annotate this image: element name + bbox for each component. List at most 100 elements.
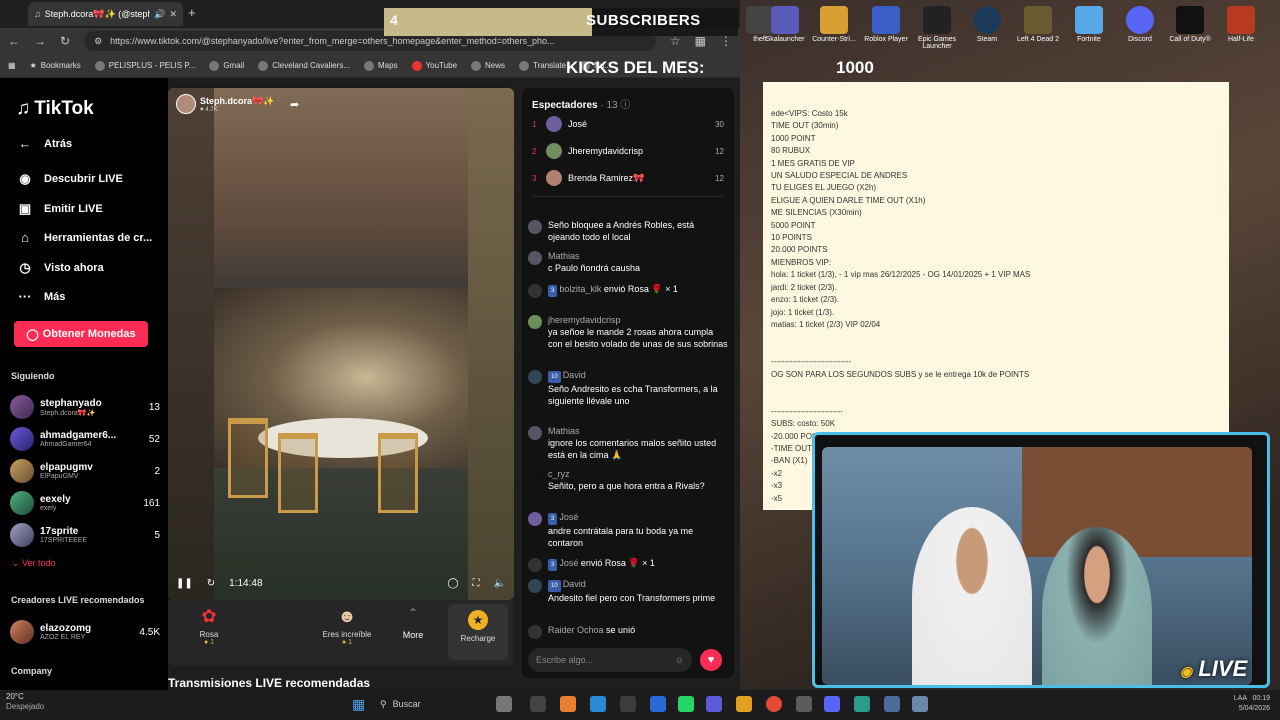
bookmark-item[interactable]: News — [471, 60, 505, 71]
bookmark-star-icon[interactable]: ☆ — [670, 34, 681, 48]
close-tab-icon[interactable]: ✕ — [169, 9, 177, 20]
gift-eres-increible[interactable]: ☻ Eres increíble ● 1 — [312, 606, 382, 646]
tiktok-logo[interactable]: ♫ TikTok — [16, 98, 94, 120]
live-avatar-icon: ◉ — [19, 171, 31, 186]
note-line — [771, 393, 1221, 405]
note-line: jardi: 2 ticket (2/3). — [771, 282, 837, 292]
note-line: enzo: 1 ticket (2/3). — [771, 295, 840, 305]
nav-go-live[interactable]: ▣ Emitir LIVE — [16, 201, 103, 217]
desktop-icon[interactable]: Left 4 Dead 2 — [1014, 6, 1062, 43]
following-item[interactable]: ahmadgamer6... AhmadGamer64 52 — [10, 425, 160, 453]
taskbar-app-icon[interactable] — [496, 696, 512, 712]
forward-icon[interactable]: → — [34, 34, 46, 48]
settings-icon[interactable]: ◯ — [447, 578, 458, 589]
bookmark-item[interactable]: PELISPLUS - PELIS P... — [94, 60, 195, 71]
recommended-item[interactable]: elazozomg AZOZ EL REY 4.5K — [10, 618, 160, 646]
nav-back[interactable]: ← Atrás — [16, 136, 73, 151]
share-icon[interactable]: ➦ — [290, 98, 299, 111]
desktop-icon[interactable]: Steam — [963, 6, 1011, 43]
recharge-button[interactable]: ★ Recharge — [448, 604, 508, 660]
see-all-link[interactable]: ⌄ Ver todo — [12, 558, 56, 569]
bookmark-item[interactable]: Maps — [364, 60, 398, 71]
site-info-icon[interactable]: ⚙ — [94, 36, 102, 47]
subs-goal-fill — [384, 8, 592, 36]
taskbar-app-icon[interactable] — [678, 696, 694, 712]
gift-rose[interactable]: ✿ Rosa ● 1 — [174, 606, 244, 646]
reload-icon[interactable]: ↻ — [60, 34, 70, 48]
desktop-icon[interactable]: Fortnite — [1065, 6, 1113, 43]
taskbar-app-icon[interactable] — [706, 696, 722, 712]
volume-icon[interactable]: 🔈 — [494, 578, 506, 589]
system-tray[interactable]: LAA 00:19 5/04/2026 — [1120, 694, 1270, 714]
chat-message: Raider Ochoa se unió — [528, 624, 728, 639]
desktop-icon[interactable]: Epic Games Launcher — [913, 6, 961, 50]
browser-tab[interactable]: ♫ Steph.dcora🎀✨ (@steph 🔊 ✕ — [28, 2, 183, 26]
apps-icon[interactable]: ▦ — [8, 61, 16, 70]
desktop-icon[interactable]: Counter-Stri... — [810, 6, 858, 43]
desktop-icon[interactable]: Roblox Player — [862, 6, 910, 43]
note-line: 80 RUBUX — [771, 146, 811, 156]
taskbar-app-icon[interactable] — [560, 696, 576, 712]
taskbar-app-icon[interactable] — [736, 696, 752, 712]
taskbar-app-icon[interactable] — [650, 696, 666, 712]
emoji-icon[interactable]: ☺ — [675, 655, 684, 665]
chat-divider — [532, 196, 724, 197]
coin-icon: ◯ — [26, 328, 39, 341]
get-coins-button[interactable]: ◯ Obtener Monedas — [14, 321, 148, 347]
like-button[interactable]: ♥ — [700, 649, 722, 671]
taskbar-app-icon[interactable] — [796, 696, 812, 712]
following-item[interactable]: eexely exely 161 — [10, 489, 160, 517]
bookmark-item[interactable]: Translate — [519, 60, 566, 71]
taskbar-app-icon[interactable] — [620, 696, 636, 712]
avatar — [528, 426, 542, 440]
desktop-icon[interactable]: Discord — [1116, 6, 1164, 43]
video-backdrop — [168, 88, 514, 288]
following-item[interactable]: 17sprite 17SPRITEEEE 5 — [10, 521, 160, 549]
taskbar-app-icon[interactable] — [824, 696, 840, 712]
nav-more[interactable]: ··· Más — [16, 289, 66, 304]
following-item[interactable]: stephanyado Steph.dcora🎀✨ 13 — [10, 393, 160, 421]
weather-widget[interactable]: 20°C Despejado — [6, 692, 44, 712]
bookmark-item[interactable]: YouTube — [411, 60, 457, 71]
taskbar-search[interactable]: ⚲ Buscar — [380, 695, 480, 713]
taskbar-app-icon[interactable] — [854, 696, 870, 712]
taskbar-app-icon[interactable] — [590, 696, 606, 712]
chat-message: c_ryz Señito, pero a que hora entra a Riv… — [528, 468, 728, 492]
extensions-icon[interactable]: ▦ — [695, 34, 706, 48]
more-gifts-button[interactable]: ⌃ More — [378, 606, 448, 640]
pause-icon[interactable]: ❚❚ — [176, 578, 193, 589]
menu-icon[interactable]: ⋮ — [720, 34, 732, 48]
host-info[interactable]: Steph.dcora🎀✨ ♥ 4.7K — [176, 94, 274, 114]
desktop-icon[interactable]: Call of Duty® — [1166, 6, 1214, 43]
avatar — [528, 251, 542, 265]
mute-icon[interactable]: 🔊 — [154, 9, 165, 20]
bookmark-item[interactable]: ★ Bookmarks — [30, 61, 81, 70]
desktop-icon[interactable]: Half-Life — [1217, 6, 1265, 43]
bookmark-item[interactable]: Cleveland Cavaliers... — [258, 60, 350, 71]
company-link[interactable]: Company — [11, 666, 52, 676]
chat-input[interactable]: Escribe algo... ☺ — [528, 648, 692, 672]
nav-discover-live[interactable]: ◉ Descubrir LIVE — [16, 171, 123, 187]
desktop-icon[interactable]: Skalauncher — [761, 6, 809, 43]
nav-watching-now[interactable]: ◷ Visto ahora — [16, 260, 103, 276]
refresh-icon[interactable]: ↻ — [207, 578, 215, 589]
more-icon: ··· — [18, 289, 32, 304]
taskbar-app-icon[interactable] — [912, 696, 928, 712]
taskbar-app-icon[interactable] — [530, 696, 546, 712]
app-icon — [872, 6, 900, 34]
top-viewer[interactable]: 2 Jheremydavidcrisp 12 — [532, 142, 724, 160]
new-tab-icon[interactable]: + — [188, 5, 196, 20]
top-viewer[interactable]: 3 Brenda Ramirez🎀 12 — [532, 169, 724, 187]
avatar — [10, 459, 34, 483]
top-viewer[interactable]: 1 José 30 — [532, 115, 724, 133]
nav-creator-tools[interactable]: ⌂ Herramientas de cr... — [16, 230, 152, 245]
fullscreen-icon[interactable]: ⛶ — [473, 578, 480, 589]
note-line: hola: 1 ticket (1/3), - 1 vip mas 26/12/… — [771, 270, 1031, 280]
start-icon[interactable]: ▦ — [352, 696, 365, 713]
back-icon[interactable]: ← — [8, 34, 20, 48]
taskbar-app-icon[interactable] — [884, 696, 900, 712]
live-video[interactable] — [168, 88, 514, 600]
bookmark-item[interactable]: Gmail — [209, 60, 244, 71]
following-item[interactable]: elpapugmv ElPapuGMV 2 — [10, 457, 160, 485]
chrome-icon[interactable] — [766, 696, 782, 712]
